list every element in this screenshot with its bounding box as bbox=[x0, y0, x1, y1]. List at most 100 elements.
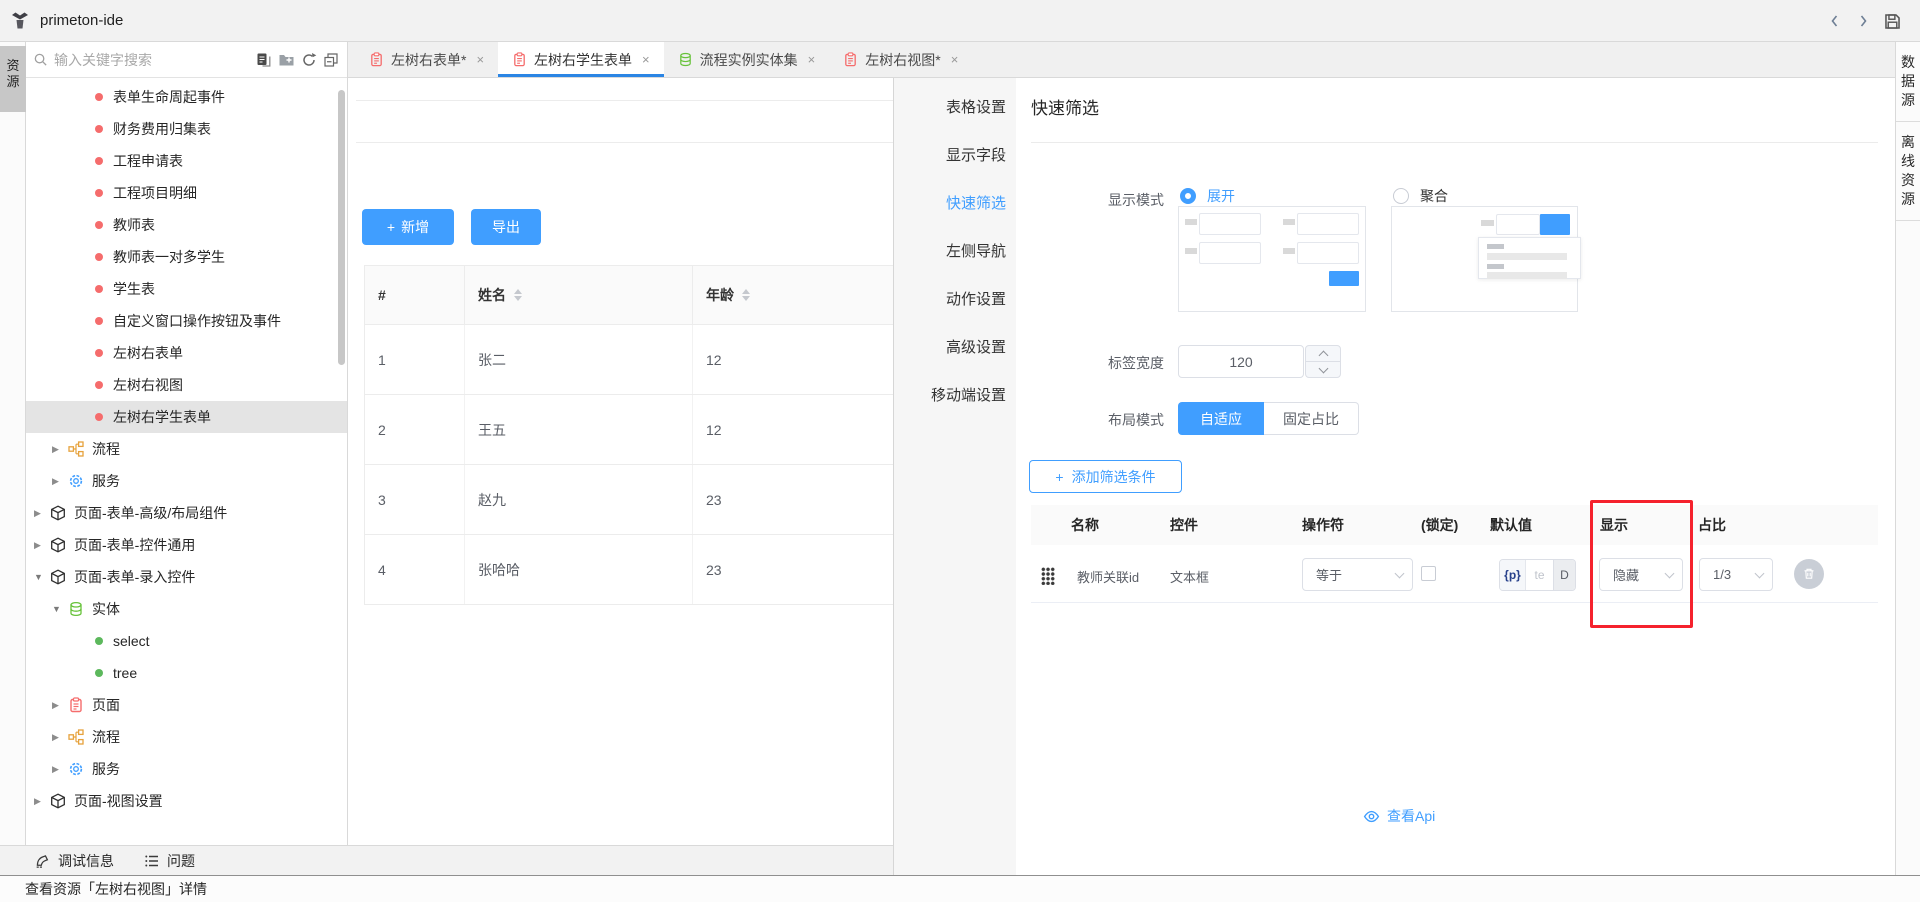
red-dot-icon bbox=[95, 253, 103, 261]
close-icon[interactable]: × bbox=[808, 52, 816, 67]
locked-checkbox[interactable] bbox=[1421, 566, 1436, 581]
chevron-right-icon[interactable]: ▶ bbox=[34, 796, 48, 807]
tree-item[interactable]: ▶页面-表单-控件通用 bbox=[26, 529, 347, 561]
label-width-input[interactable] bbox=[1178, 345, 1304, 378]
sort-icon[interactable] bbox=[514, 289, 522, 301]
tree-item[interactable]: 左树右表单 bbox=[26, 337, 347, 369]
plus-icon: + bbox=[387, 219, 395, 235]
chevron-right-icon[interactable]: ▶ bbox=[34, 540, 48, 551]
tree-item[interactable]: 自定义窗口操作按钮及事件 bbox=[26, 305, 347, 337]
tree-item-selected[interactable]: 左树右学生表单 bbox=[26, 401, 347, 433]
radio-expand[interactable]: 展开 bbox=[1180, 186, 1235, 206]
tree-item[interactable]: ▶页面-表单-高级/布局组件 bbox=[26, 497, 347, 529]
tree-item[interactable]: select bbox=[26, 625, 347, 657]
rail-tab-resources[interactable]: 资源 bbox=[0, 46, 26, 112]
radio-off-icon[interactable] bbox=[1393, 188, 1409, 204]
chevron-down-icon[interactable]: ▼ bbox=[52, 604, 66, 614]
save-icon[interactable] bbox=[1883, 12, 1902, 31]
tab-process-entity-set[interactable]: 流程实例实体集 × bbox=[664, 42, 830, 77]
operator-select[interactable]: 等于 bbox=[1302, 558, 1413, 591]
menu-display-fields[interactable]: 显示字段 bbox=[894, 130, 1016, 178]
default-suffix-button[interactable]: D bbox=[1553, 560, 1575, 590]
view-api-link[interactable]: 查看Api bbox=[1363, 806, 1435, 826]
tree-item[interactable]: 学生表 bbox=[26, 273, 347, 305]
display-select[interactable]: 隐藏 bbox=[1599, 558, 1683, 591]
rail-tab-datasource[interactable]: 数据源 bbox=[1896, 42, 1920, 122]
layout-adaptive-option[interactable]: 自适应 bbox=[1178, 402, 1264, 435]
step-down-icon[interactable] bbox=[1306, 361, 1340, 377]
menu-left-nav[interactable]: 左侧导航 bbox=[894, 226, 1016, 274]
export-button[interactable]: 导出 bbox=[471, 209, 541, 245]
tree-item[interactable]: 工程申请表 bbox=[26, 145, 347, 177]
tree-item[interactable]: ▶流程 bbox=[26, 721, 347, 753]
drag-handle-icon[interactable] bbox=[1041, 567, 1055, 585]
radio-aggregate[interactable]: 聚合 bbox=[1393, 186, 1448, 206]
tree-item[interactable]: ▶页面 bbox=[26, 689, 347, 721]
close-icon[interactable]: × bbox=[642, 52, 650, 67]
tree-item[interactable]: ▶流程 bbox=[26, 433, 347, 465]
tree-item[interactable]: ▶服务 bbox=[26, 465, 347, 497]
tree-item[interactable]: 左树右视图 bbox=[26, 369, 347, 401]
layout-fixed-option[interactable]: 固定占比 bbox=[1264, 402, 1359, 435]
nav-forward-icon[interactable] bbox=[1855, 13, 1871, 29]
chevron-right-icon[interactable]: ▶ bbox=[34, 508, 48, 519]
col-name[interactable]: 姓名 bbox=[465, 266, 693, 324]
tree-item[interactable]: tree bbox=[26, 657, 347, 689]
table-row[interactable]: 2 王五 12 bbox=[364, 395, 893, 465]
nav-back-icon[interactable] bbox=[1827, 13, 1843, 29]
chevron-down-icon[interactable]: ▼ bbox=[34, 572, 48, 582]
debug-info-button[interactable]: 调试信息 bbox=[34, 851, 114, 871]
tree-item[interactable]: 教师表一对多学生 bbox=[26, 241, 347, 273]
rail-tab-offline-resources[interactable]: 离线资源 bbox=[1896, 122, 1920, 221]
param-prefix-button[interactable]: {p} bbox=[1500, 560, 1526, 590]
default-value-text[interactable]: te bbox=[1526, 560, 1553, 590]
chevron-right-icon[interactable]: ▶ bbox=[52, 764, 66, 775]
chevron-right-icon[interactable]: ▶ bbox=[52, 700, 66, 711]
add-row-button[interactable]: + 新增 bbox=[362, 209, 454, 245]
menu-table-settings[interactable]: 表格设置 bbox=[894, 82, 1016, 130]
tree-item[interactable]: 财务费用归集表 bbox=[26, 113, 347, 145]
step-up-icon[interactable] bbox=[1306, 346, 1340, 361]
tree-scrollbar[interactable] bbox=[338, 90, 345, 365]
menu-action-settings[interactable]: 动作设置 bbox=[894, 274, 1016, 322]
layout-mode-toggle: 自适应 固定占比 bbox=[1178, 402, 1359, 435]
tree-item[interactable]: ▶页面-视图设置 bbox=[26, 785, 347, 817]
chevron-right-icon[interactable]: ▶ bbox=[52, 732, 66, 743]
table-row[interactable]: 3 赵九 23 bbox=[364, 465, 893, 535]
chevron-right-icon[interactable]: ▶ bbox=[52, 476, 66, 487]
collapse-all-icon[interactable] bbox=[323, 52, 339, 68]
col-age[interactable]: 年龄 bbox=[693, 266, 893, 324]
problems-button[interactable]: 问题 bbox=[144, 851, 195, 871]
tab-left-tree-student-form[interactable]: 左树右学生表单 × bbox=[498, 42, 664, 77]
table-row[interactable]: 4 张哈哈 23 bbox=[364, 535, 893, 605]
chevron-right-icon[interactable]: ▶ bbox=[52, 444, 66, 455]
ratio-select[interactable]: 1/3 bbox=[1699, 558, 1773, 591]
tree-item[interactable]: 表单生命周起事件 bbox=[26, 81, 347, 113]
display-mode-label: 显示模式 bbox=[1016, 190, 1164, 210]
tab-left-tree-form[interactable]: 左树右表单* × bbox=[355, 42, 498, 77]
locate-file-icon[interactable] bbox=[256, 52, 272, 68]
close-icon[interactable]: × bbox=[951, 52, 959, 67]
tab-left-tree-view[interactable]: 左树右视图* × bbox=[829, 42, 972, 77]
delete-filter-button[interactable] bbox=[1794, 559, 1824, 589]
menu-advanced-settings[interactable]: 高级设置 bbox=[894, 322, 1016, 370]
default-value-input[interactable]: {p} te D bbox=[1499, 559, 1576, 591]
tree-item[interactable]: ▼页面-表单-录入控件 bbox=[26, 561, 347, 593]
tree-item[interactable]: ▼实体 bbox=[26, 593, 347, 625]
table-row[interactable]: 1 张二 12 bbox=[364, 325, 893, 395]
tree-item[interactable]: 教师表 bbox=[26, 209, 347, 241]
filter-table-header: 名称 控件 操作符 (锁定) 默认值 显示 占比 bbox=[1031, 505, 1878, 545]
close-icon[interactable]: × bbox=[476, 52, 484, 67]
menu-mobile-settings[interactable]: 移动端设置 bbox=[894, 370, 1016, 418]
radio-on-icon[interactable] bbox=[1180, 188, 1196, 204]
add-filter-button[interactable]: + 添加筛选条件 bbox=[1029, 460, 1182, 493]
tree-item[interactable]: 工程项目明细 bbox=[26, 177, 347, 209]
sort-icon[interactable] bbox=[742, 289, 750, 301]
refresh-icon[interactable] bbox=[301, 52, 317, 68]
menu-quick-filter[interactable]: 快速筛选 bbox=[894, 178, 1016, 226]
search-input[interactable] bbox=[54, 52, 256, 68]
document-icon bbox=[512, 52, 527, 67]
tree-item[interactable]: ▶服务 bbox=[26, 753, 347, 785]
package-icon bbox=[48, 793, 68, 809]
new-folder-icon[interactable] bbox=[278, 52, 295, 68]
